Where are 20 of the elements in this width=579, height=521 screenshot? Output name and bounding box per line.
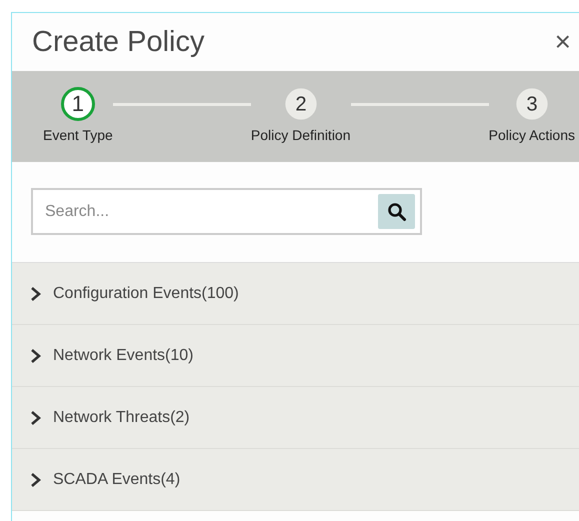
close-button[interactable]: ×: [550, 28, 575, 56]
search-button[interactable]: [378, 194, 415, 229]
category-label: Network Threats(2): [53, 408, 190, 426]
step-label: Policy Actions: [488, 127, 575, 143]
dialog-title: Create Policy: [32, 26, 204, 58]
category-label: Network Events(10): [53, 346, 194, 364]
category-row[interactable]: Network Events(10): [12, 325, 579, 387]
step-label: Event Type: [43, 127, 113, 143]
search-field[interactable]: Search...: [43, 202, 378, 222]
step-circle[interactable]: 1: [60, 87, 95, 121]
category-label: Configuration Events(100): [53, 284, 239, 302]
step-label: Policy Definition: [250, 127, 351, 143]
category-row[interactable]: Network Threats(2): [12, 387, 579, 449]
step-circle[interactable]: 3: [516, 88, 548, 120]
step-circle[interactable]: 2: [285, 88, 316, 120]
category-row[interactable]: Configuration Events(100): [12, 263, 579, 325]
category-label: SCADA Events(4): [53, 470, 180, 488]
category-row[interactable]: SCADA Events(4): [12, 449, 579, 511]
search-bar[interactable]: Search...: [31, 188, 422, 235]
search-icon: [386, 202, 406, 222]
